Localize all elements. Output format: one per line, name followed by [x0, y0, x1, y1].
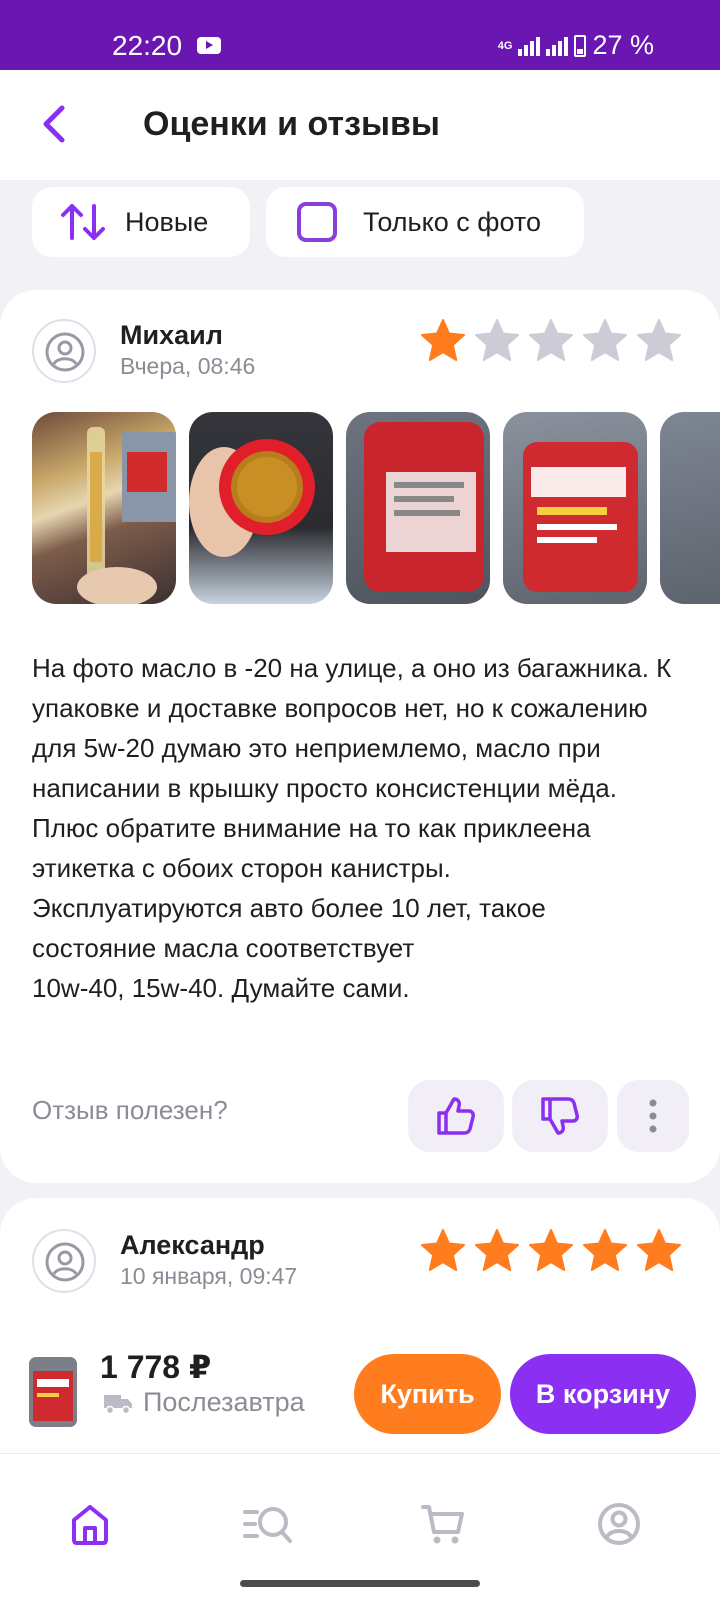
back-arrow-icon	[43, 105, 65, 143]
filter-bar: Новые Только с фото	[0, 187, 720, 257]
buy-button[interactable]: Купить	[354, 1354, 501, 1434]
sort-icon	[61, 204, 105, 240]
more-options-button[interactable]	[617, 1080, 689, 1152]
delivery-label: Послезавтра	[143, 1387, 305, 1417]
user-icon	[45, 332, 85, 372]
more-vertical-icon	[649, 1099, 657, 1133]
avatar	[32, 319, 96, 383]
star-icon	[583, 1229, 627, 1271]
star-icon	[421, 319, 465, 361]
review-photo[interactable]	[503, 412, 647, 604]
page-title: Оценки и отзывы	[143, 105, 440, 143]
bottom-navigation	[0, 1453, 720, 1600]
home-indicator	[240, 1580, 480, 1587]
signal-icon	[518, 36, 541, 56]
helpful-yes-button[interactable]	[408, 1080, 504, 1152]
review-text: На фото масло в -20 на улице, а оно из б…	[32, 653, 672, 1003]
helpful-no-button[interactable]	[512, 1080, 608, 1152]
product-buy-bar: 1 778 ₽ Послезавтра Купить В корзину	[0, 1323, 720, 1453]
profile-icon	[598, 1503, 640, 1545]
rating-stars	[420, 318, 682, 364]
review-photo[interactable]	[189, 412, 333, 604]
photo-only-checkbox[interactable]	[297, 202, 337, 242]
sort-chip[interactable]: Новые	[32, 187, 250, 257]
cart-icon	[421, 1505, 464, 1544]
status-bar: 22:20 4G 27 %	[0, 0, 720, 70]
star-icon	[637, 1229, 681, 1271]
thumbs-up-icon	[437, 1097, 475, 1135]
photo-only-label: Только с фото	[363, 207, 541, 237]
review-photo[interactable]	[32, 412, 176, 604]
status-time: 22:20	[112, 30, 183, 61]
review-author: Александр	[120, 1230, 265, 1260]
star-icon	[637, 319, 681, 361]
nav-home[interactable]	[60, 1494, 120, 1554]
battery-level: 27 %	[592, 30, 654, 60]
signal-icon-2	[546, 36, 569, 56]
helpful-question: Отзыв полезен?	[32, 1095, 228, 1125]
product-price: 1 778 ₽	[100, 1349, 212, 1385]
network-type: 4G	[497, 39, 513, 52]
review-card: Михаил Вчера, 08:46 На фото масло в -20 …	[0, 290, 720, 1183]
user-icon	[45, 1242, 85, 1282]
back-button[interactable]	[34, 102, 78, 146]
home-icon	[72, 1505, 108, 1545]
status-indicators: 4G 27 %	[498, 30, 654, 61]
avatar	[32, 1229, 96, 1293]
star-icon	[529, 319, 573, 361]
review-author: Михаил	[120, 320, 223, 350]
review-date: Вчера, 08:46	[120, 353, 256, 379]
delivery-info: Послезавтра	[103, 1387, 305, 1418]
product-thumbnail[interactable]	[25, 1353, 81, 1429]
star-icon	[529, 1229, 573, 1271]
review-date: 10 января, 09:47	[120, 1263, 298, 1289]
review-photos	[32, 412, 720, 604]
review-photo[interactable]	[660, 412, 720, 604]
youtube-notification-icon	[197, 37, 221, 54]
app-bar: Оценки и отзывы	[0, 70, 720, 180]
rating-stars	[420, 1228, 682, 1274]
photo-only-filter[interactable]: Только с фото	[266, 187, 584, 257]
truck-icon	[104, 1394, 132, 1414]
thumbs-down-icon	[541, 1097, 579, 1135]
nav-profile[interactable]	[589, 1494, 649, 1554]
nav-cart[interactable]	[413, 1494, 473, 1554]
star-icon	[475, 1229, 519, 1271]
star-icon	[475, 319, 519, 361]
nav-catalog-search[interactable]	[238, 1494, 298, 1554]
sort-label: Новые	[125, 207, 209, 237]
star-icon	[421, 1229, 465, 1271]
battery-icon	[574, 34, 587, 57]
add-to-cart-button[interactable]: В корзину	[510, 1354, 696, 1434]
catalog-search-icon	[243, 1507, 292, 1543]
review-photo[interactable]	[346, 412, 490, 604]
star-icon	[583, 319, 627, 361]
